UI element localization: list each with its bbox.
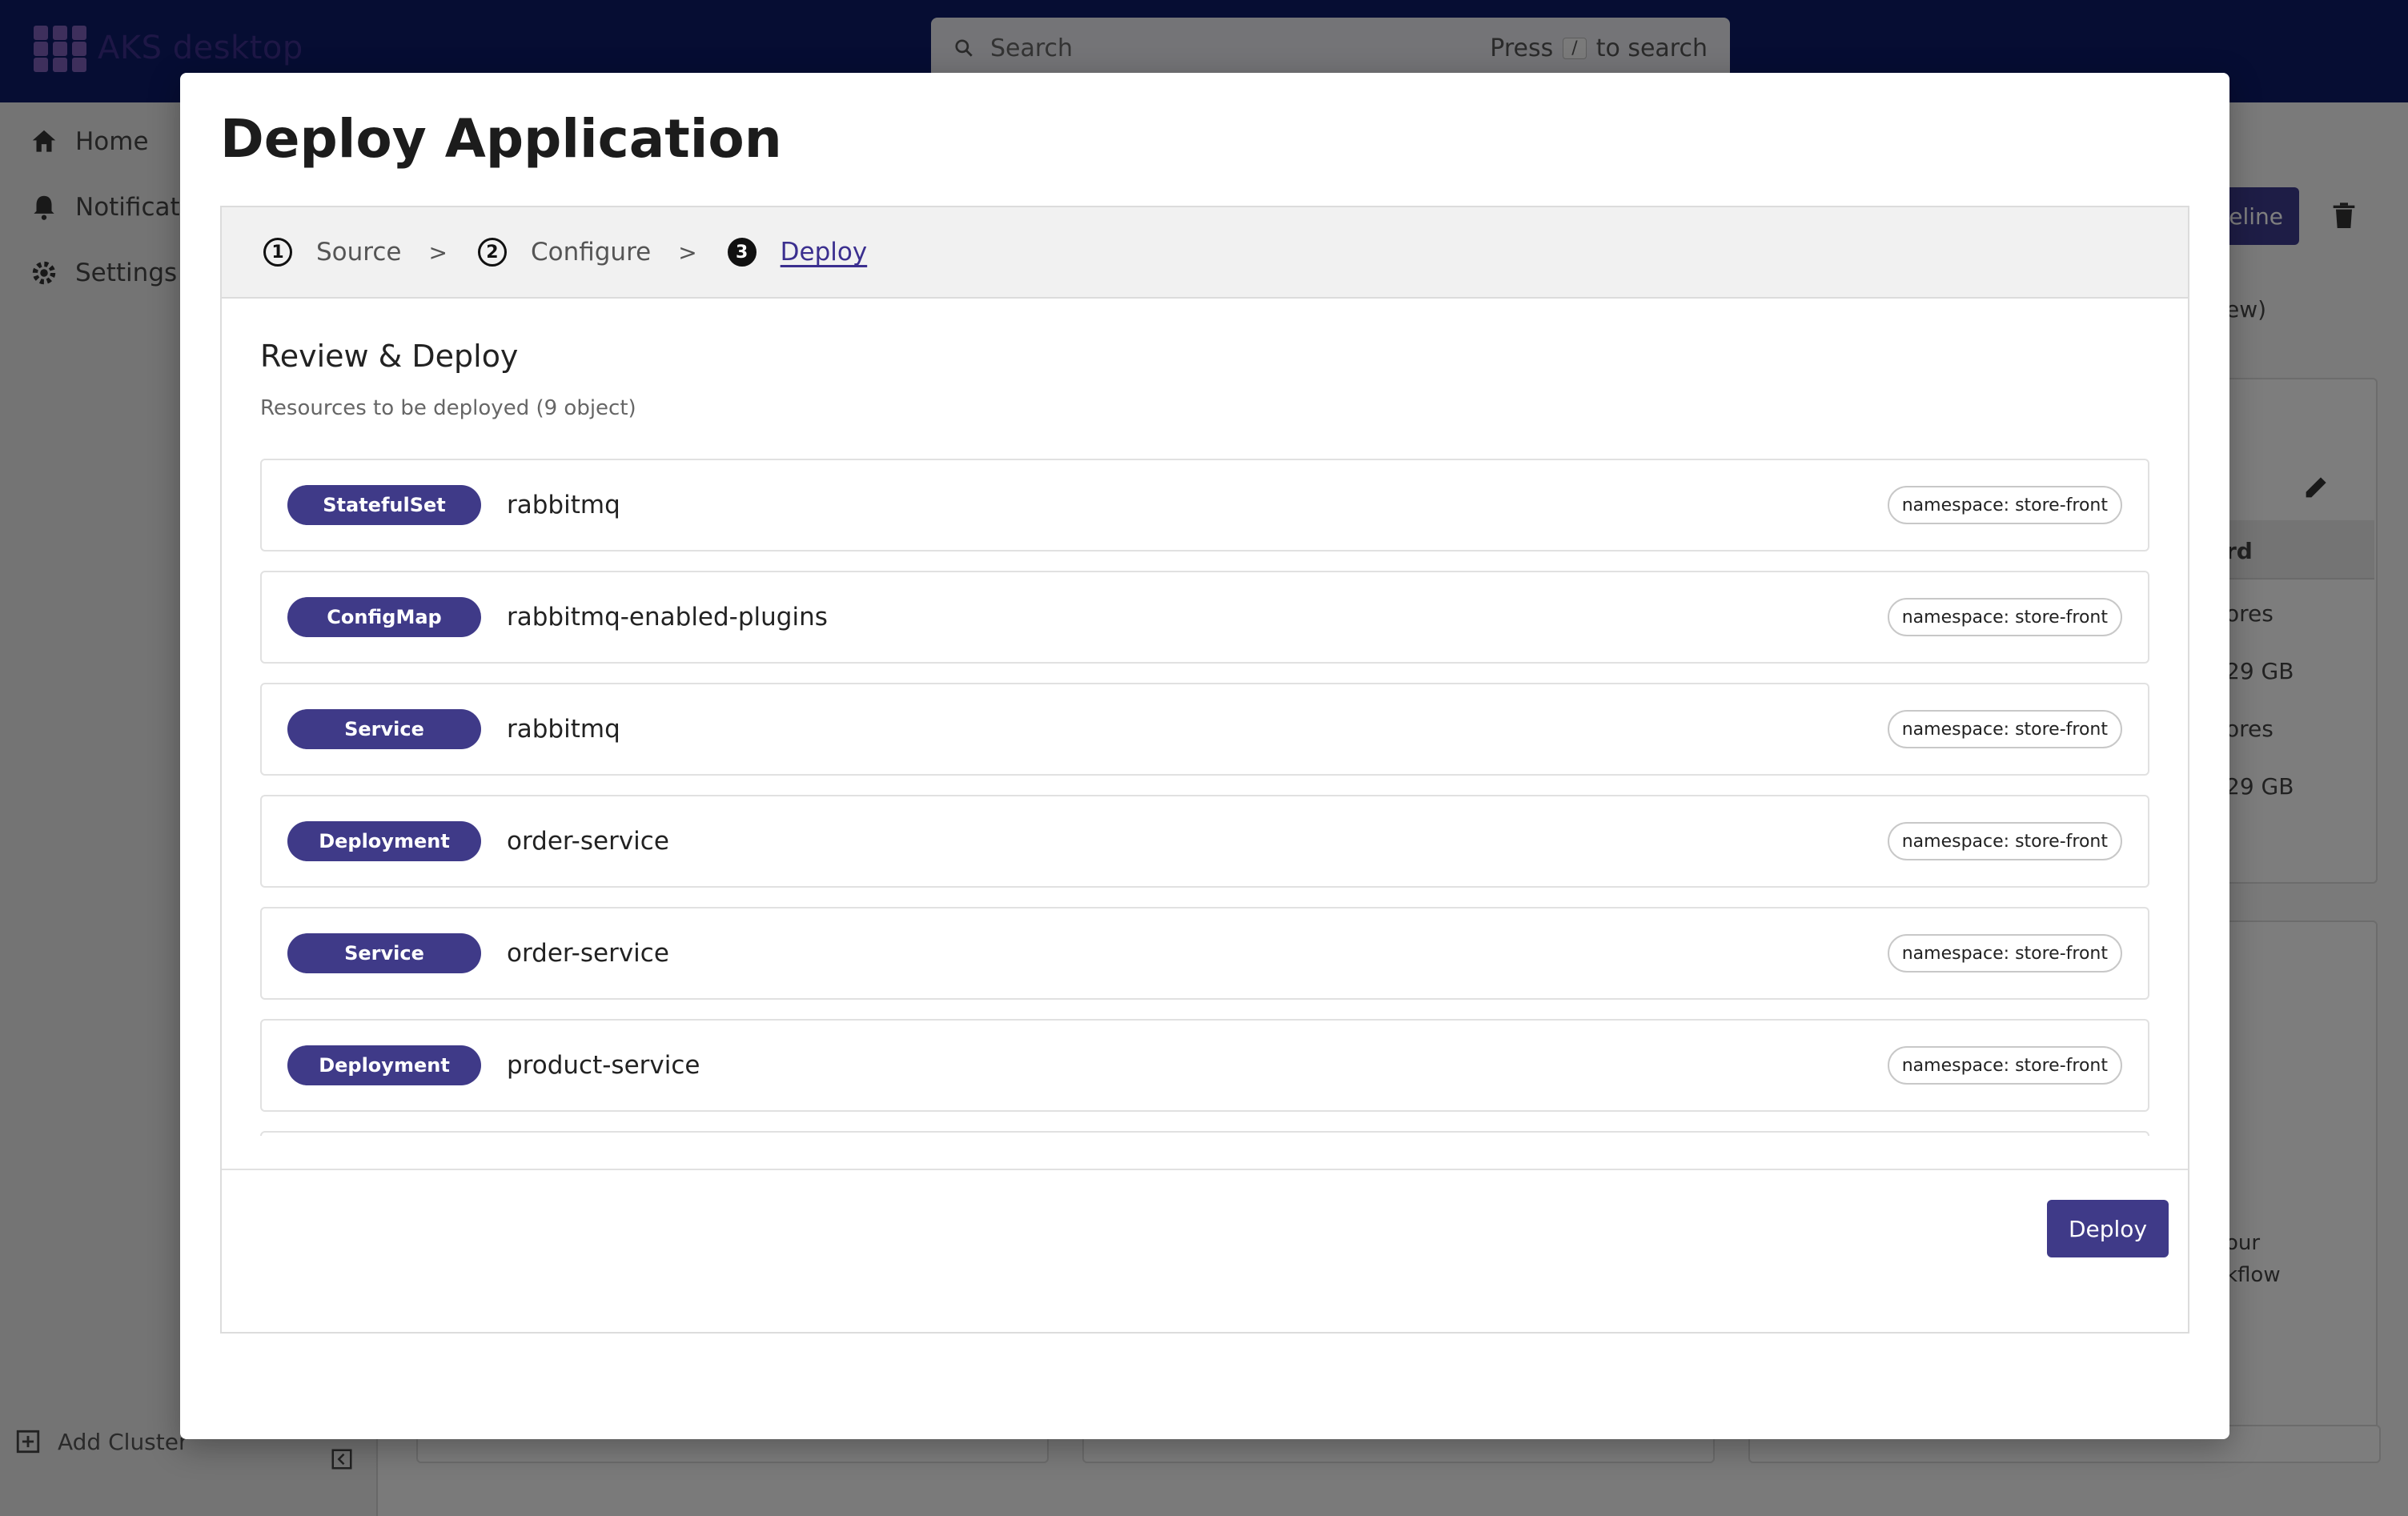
resource-row: Deployment order-service namespace: stor… (260, 795, 2149, 888)
deploy-button[interactable]: Deploy (2047, 1200, 2169, 1257)
review-subtitle: Resources to be deployed (9 object) (260, 396, 636, 420)
step-label: Deploy (780, 238, 868, 267)
resource-kind-chip: Service (287, 709, 481, 749)
resource-row: ConfigMap rabbitmq-enabled-plugins names… (260, 571, 2149, 664)
resource-kind-chip: ConfigMap (287, 597, 481, 637)
namespace-chip: namespace: store-front (1887, 1046, 2122, 1085)
resource-name: order-service (507, 827, 669, 856)
step-number: 3 (727, 238, 757, 267)
namespace-chip: namespace: store-front (1887, 710, 2122, 748)
resource-name: product-service (507, 1051, 700, 1080)
namespace-chip: namespace: store-front (1887, 822, 2122, 860)
resource-kind-chip: StatefulSet (287, 485, 481, 525)
resource-kind-chip: Deployment (287, 1045, 481, 1085)
resource-row: Deployment product-service namespace: st… (260, 1019, 2149, 1112)
wizard-stepper: 1 Source > 2 Configure > 3 Deploy (222, 207, 2188, 299)
resource-row-partial (260, 1131, 2149, 1136)
step-separator: > (428, 239, 447, 266)
resource-name: rabbitmq (507, 715, 620, 744)
step-separator: > (678, 239, 697, 266)
resource-list[interactable]: StatefulSet rabbitmq namespace: store-fr… (260, 459, 2149, 1136)
step-source[interactable]: 1 Source (263, 238, 401, 267)
resource-row: StatefulSet rabbitmq namespace: store-fr… (260, 459, 2149, 551)
resource-kind-chip: Service (287, 933, 481, 973)
step-label: Source (316, 238, 402, 267)
deploy-wizard: 1 Source > 2 Configure > 3 Deploy Review… (220, 206, 2189, 1334)
resource-name: rabbitmq-enabled-plugins (507, 603, 828, 632)
step-label: Configure (530, 238, 652, 267)
namespace-chip: namespace: store-front (1887, 934, 2122, 973)
resource-row: Service rabbitmq namespace: store-front (260, 683, 2149, 776)
namespace-chip: namespace: store-front (1887, 598, 2122, 636)
step-configure[interactable]: 2 Configure (477, 238, 652, 267)
resource-name: order-service (507, 939, 669, 968)
namespace-chip: namespace: store-front (1887, 486, 2122, 524)
step-deploy[interactable]: 3 Deploy (727, 238, 868, 267)
footer-divider (222, 1169, 2188, 1170)
step-number: 2 (477, 238, 507, 267)
resource-row: Service order-service namespace: store-f… (260, 907, 2149, 1000)
resource-kind-chip: Deployment (287, 821, 481, 861)
step-number: 1 (263, 238, 292, 267)
resource-name: rabbitmq (507, 491, 620, 519)
dialog-title: Deploy Application (220, 108, 782, 170)
review-heading: Review & Deploy (260, 339, 519, 374)
deploy-application-dialog: Deploy Application 1 Source > 2 Configur… (180, 73, 2229, 1439)
